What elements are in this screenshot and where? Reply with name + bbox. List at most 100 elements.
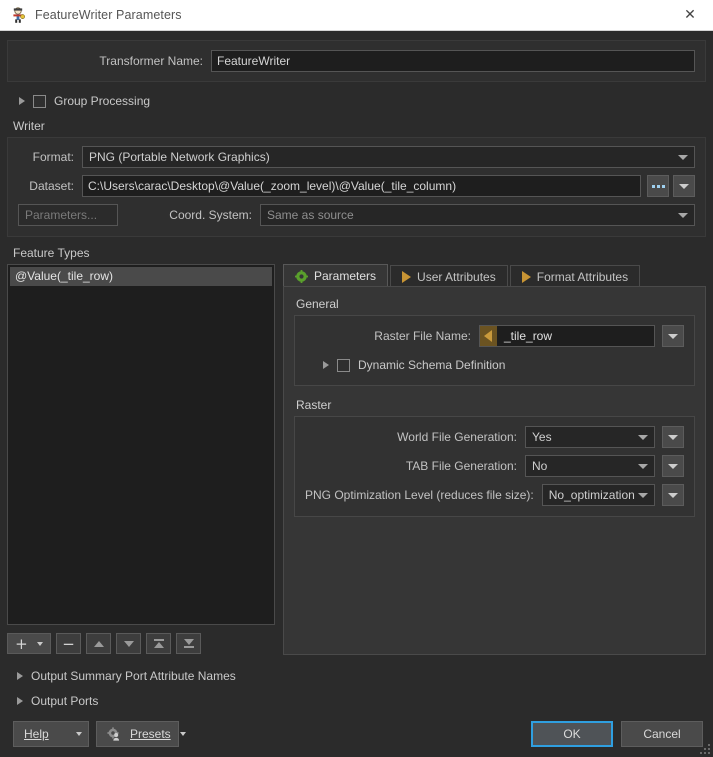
feature-types-toolbar: + − (7, 625, 275, 655)
output-summary-port-attribute-names-label: Output Summary Port Attribute Names (31, 668, 236, 683)
minus-icon: − (62, 634, 75, 653)
tab-file-generation-options-button[interactable] (662, 455, 684, 477)
move-to-bottom-button[interactable] (176, 633, 201, 654)
arrow-right-icon (402, 270, 412, 283)
window-title: FeatureWriter Parameters (35, 8, 182, 22)
dataset-input[interactable]: C:\Users\carac\Desktop\@Value(_zoom_leve… (82, 175, 641, 197)
chevron-down-icon[interactable] (179, 732, 186, 736)
add-feature-type-button[interactable]: + (7, 633, 51, 654)
raster-group-title: Raster (296, 398, 332, 412)
presets-label: Presets (130, 727, 171, 741)
chevron-down-icon[interactable] (76, 732, 82, 736)
chevron-down-icon[interactable] (36, 641, 43, 646)
coord-system-select[interactable]: Same as source (260, 204, 695, 226)
dialog-body: Transformer Name: FeatureWriter Group Pr… (0, 31, 713, 711)
png-optimization-label: PNG Optimization Level (reduces file siz… (305, 488, 534, 502)
arrow-to-top-icon (153, 639, 164, 648)
world-file-generation-row: World File Generation: Yes (305, 426, 684, 448)
chevron-down-icon (678, 155, 688, 160)
tab-user-attributes[interactable]: User Attributes (390, 265, 508, 287)
group-processing-row[interactable]: Group Processing (7, 91, 706, 111)
tab-format-attributes[interactable]: Format Attributes (509, 265, 641, 287)
arrow-right-icon (521, 270, 531, 283)
output-ports-label: Output Ports (31, 693, 99, 708)
format-label: Format: (32, 150, 74, 164)
tab-label: User Attributes (417, 269, 496, 284)
chevron-right-icon[interactable] (19, 97, 25, 105)
output-ports-row[interactable]: Output Ports (13, 690, 706, 711)
remove-feature-type-button[interactable]: − (56, 633, 81, 654)
close-icon[interactable]: ✕ (667, 0, 713, 30)
dynamic-schema-row[interactable]: Dynamic Schema Definition (305, 355, 684, 375)
dataset-label: Dataset: (29, 179, 74, 193)
resize-grip[interactable] (699, 743, 711, 755)
feature-type-details: Parameters User Attributes Format Attrib… (283, 264, 706, 655)
arrow-up-icon (93, 640, 104, 647)
chevron-down-icon (678, 213, 688, 218)
png-optimization-select[interactable]: No_optimization (541, 484, 655, 506)
move-down-button[interactable] (116, 633, 141, 654)
help-button[interactable]: Help (13, 721, 89, 747)
group-processing-label: Group Processing (54, 94, 151, 108)
cancel-button[interactable]: Cancel (621, 721, 703, 747)
group-processing-checkbox[interactable] (33, 94, 46, 108)
arrow-down-icon (123, 640, 134, 647)
writer-parameters-button[interactable]: Parameters... (18, 204, 118, 226)
coord-system-row: Parameters... Coord. System: Same as sou… (18, 204, 695, 226)
feature-types-list[interactable]: @Value(_tile_row) (7, 264, 275, 625)
chevron-right-icon[interactable] (323, 361, 329, 369)
gear-icon (295, 269, 308, 283)
tab-bar: Parameters User Attributes Format Attrib… (283, 264, 706, 287)
tab-parameters[interactable]: Parameters (283, 264, 389, 287)
tab-file-generation-row: TAB File Generation: No (305, 455, 684, 477)
ellipsis-icon (651, 184, 665, 188)
raster-file-name-row: Raster File Name: _tile_row (305, 325, 684, 347)
general-group: Raster File Name: _tile_row Dynamic Sche… (294, 315, 695, 386)
coord-system-label: Coord. System: (169, 208, 252, 222)
arrow-to-bottom-icon (183, 639, 194, 648)
dynamic-schema-checkbox[interactable] (337, 358, 350, 372)
dataset-browse-button[interactable] (647, 175, 669, 197)
presets-gear-user-icon (107, 727, 121, 741)
format-row: Format: PNG (Portable Network Graphics) (18, 146, 695, 168)
chevron-down-icon (668, 333, 678, 339)
featurewriter-parameters-dialog: FeatureWriter Parameters ✕ Transformer N… (0, 0, 713, 757)
png-optimization-value: No_optimization (548, 488, 635, 502)
dialog-footer: Help Presets OK Cancel (0, 711, 713, 757)
move-to-top-button[interactable] (146, 633, 171, 654)
format-select[interactable]: PNG (Portable Network Graphics) (82, 146, 695, 168)
raster-group: World File Generation: Yes TAB File Gene… (294, 416, 695, 517)
list-item[interactable]: @Value(_tile_row) (10, 267, 272, 286)
png-optimization-options-button[interactable] (662, 484, 684, 506)
dataset-options-button[interactable] (673, 175, 695, 197)
presets-button[interactable]: Presets (96, 721, 186, 747)
raster-file-name-options-button[interactable] (662, 325, 684, 347)
tab-label: Parameters (314, 269, 377, 283)
chevron-down-icon (638, 464, 648, 469)
output-summary-port-attribute-names-row[interactable]: Output Summary Port Attribute Names (13, 665, 706, 686)
transformer-name-label: Transformer Name: (99, 54, 203, 68)
chevron-down-icon (638, 435, 648, 440)
transformer-name-panel: Transformer Name: FeatureWriter (7, 40, 706, 82)
world-file-generation-select[interactable]: Yes (525, 426, 655, 448)
tab-file-generation-select[interactable]: No (525, 455, 655, 477)
coord-system-value: Same as source (267, 208, 354, 222)
chevron-right-icon[interactable] (17, 696, 23, 705)
dynamic-schema-label: Dynamic Schema Definition (358, 358, 506, 372)
raster-file-name-label: Raster File Name: (374, 329, 471, 343)
raster-file-name-input[interactable]: _tile_row (479, 325, 655, 347)
transformer-name-input[interactable]: FeatureWriter (211, 50, 695, 72)
feature-types-area: @Value(_tile_row) + − Parameters User At… (7, 264, 706, 655)
world-file-generation-label: World File Generation: (397, 430, 517, 444)
ok-button[interactable]: OK (531, 721, 613, 747)
chevron-right-icon[interactable] (17, 671, 23, 680)
feature-types-title: Feature Types (13, 246, 90, 260)
format-value: PNG (Portable Network Graphics) (89, 150, 270, 164)
move-up-button[interactable] (86, 633, 111, 654)
feature-types-left: @Value(_tile_row) + − (7, 264, 275, 655)
attribute-badge (480, 326, 497, 346)
world-file-generation-options-button[interactable] (662, 426, 684, 448)
writer-panel: Format: PNG (Portable Network Graphics) … (7, 137, 706, 237)
chevron-down-icon (668, 463, 678, 469)
transformer-icon (9, 6, 27, 24)
